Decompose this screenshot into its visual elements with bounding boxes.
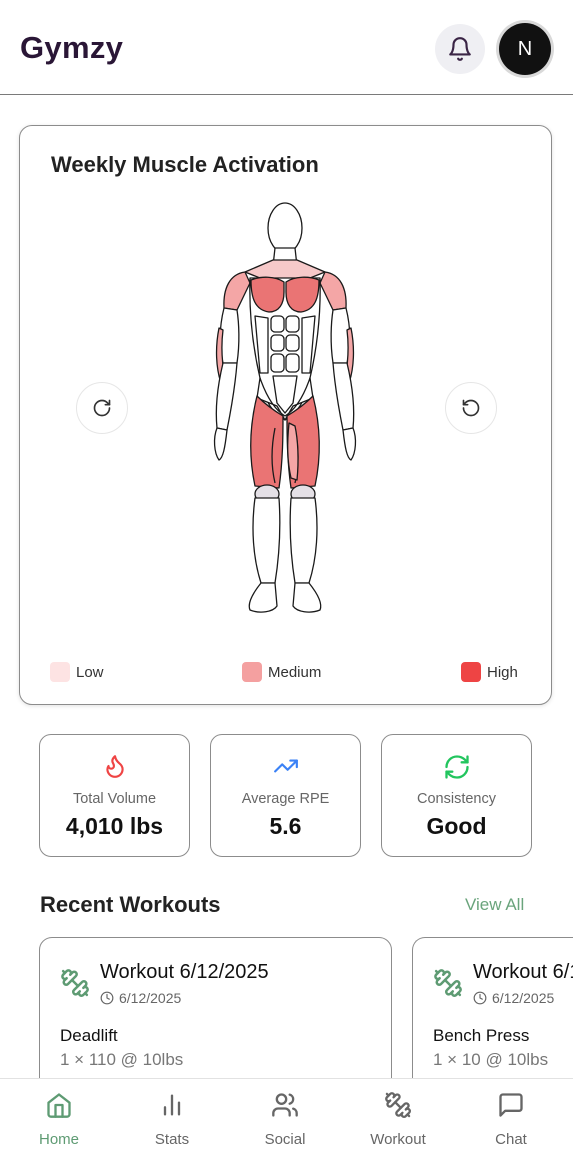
left-foot: [248, 582, 278, 613]
stat-value: Good: [426, 813, 487, 839]
exercise-name: Bench Press: [433, 1026, 530, 1045]
body-diagram: [213, 202, 357, 613]
right-adductor: [287, 422, 299, 481]
stat-consistency[interactable]: Consistency Good: [381, 734, 532, 857]
app-header: Gymzy N: [0, 0, 573, 95]
legend-high: High: [461, 662, 518, 682]
left-shin: [252, 497, 281, 584]
stat-value: 5.6: [269, 813, 302, 839]
bottom-nav: Home Stats Social Workout Chat: [0, 1078, 573, 1153]
abs-4: [285, 334, 300, 352]
nav-workout[interactable]: Workout: [353, 1089, 443, 1148]
exercise-sets: 1 × 110 @ 10lbs: [60, 1050, 184, 1069]
chat-icon: [499, 1093, 523, 1117]
abs-6: [285, 353, 300, 373]
workout-card[interactable]: Workout 6/12/2025 6/12/2025 Deadlift 1 ×…: [39, 937, 392, 1099]
legend-medium-swatch: [242, 662, 262, 682]
abs-5: [270, 353, 285, 373]
nav-chat[interactable]: Chat: [466, 1089, 556, 1148]
nav-home-label: Home: [38, 1131, 79, 1148]
workout-date-text: 6/12/2025: [119, 990, 182, 1006]
home-icon: [47, 1093, 71, 1118]
dumbbell-icon: [61, 969, 89, 997]
avatar[interactable]: N: [499, 23, 551, 75]
legend-low-label: Low: [76, 663, 104, 681]
legend-medium-label: Medium: [268, 663, 322, 681]
head: [267, 202, 303, 254]
exercise-name: Deadlift: [60, 1026, 118, 1045]
rotate-right-button[interactable]: [445, 382, 497, 434]
abs-1: [270, 315, 285, 333]
legend-high-swatch: [461, 662, 481, 682]
workout-title: Workout 6/12/2025: [473, 961, 573, 983]
refresh-icon: [444, 755, 469, 779]
legend-low-swatch: [50, 662, 70, 682]
left-shoulder: [223, 271, 251, 311]
workout-date: 6/12/2025: [100, 990, 181, 1006]
bell-icon: [449, 37, 471, 61]
rotate-cw-icon: [93, 399, 111, 417]
abs-3: [270, 334, 285, 352]
stat-label: Consistency: [417, 791, 496, 807]
nav-workout-label: Workout: [370, 1131, 426, 1148]
nav-social-label: Social: [264, 1131, 306, 1148]
exercise-sets: 1 × 10 @ 10lbs: [433, 1050, 549, 1069]
avatar-initial: N: [517, 37, 533, 60]
nav-chat-label: Chat: [495, 1131, 527, 1148]
workout-date-text: 6/12/2025: [492, 990, 555, 1006]
nav-stats[interactable]: Stats: [127, 1089, 217, 1148]
workout-date: 6/12/2025: [473, 990, 554, 1006]
dumbbell-icon: [385, 1092, 411, 1118]
right-shoulder: [319, 271, 347, 311]
workout-card[interactable]: Workout 6/12/2025 6/12/2025 Bench Press …: [412, 937, 573, 1099]
trending-up-icon: [273, 759, 298, 773]
muscle-activation-title: Weekly Muscle Activation: [51, 152, 319, 177]
app-brand: Gymzy: [20, 30, 124, 65]
recent-workouts-title: Recent Workouts: [40, 892, 221, 917]
nav-stats-label: Stats: [154, 1131, 190, 1148]
nav-social[interactable]: Social: [240, 1089, 330, 1148]
bar-chart-icon: [163, 1094, 181, 1116]
legend-medium: Medium: [242, 662, 321, 682]
clock-icon: [473, 991, 487, 1005]
legend-high-label: High: [487, 663, 518, 681]
rotate-ccw-icon: [462, 399, 480, 417]
notifications-button[interactable]: [435, 24, 485, 74]
rotate-left-button[interactable]: [76, 382, 128, 434]
muscle-activation-card: Weekly Muscle Activation Low Medium High: [19, 125, 552, 705]
stat-total-volume[interactable]: Total Volume 4,010 lbs: [39, 734, 190, 857]
flame-icon: [105, 755, 124, 778]
abs-2: [285, 315, 300, 333]
dumbbell-icon: [434, 969, 462, 997]
right-foot: [292, 582, 322, 613]
workout-title: Workout 6/12/2025: [100, 961, 269, 983]
stat-value: 4,010 lbs: [65, 813, 164, 839]
legend-low: Low: [50, 662, 104, 682]
view-all-link[interactable]: View All: [465, 895, 524, 915]
right-shin: [289, 497, 318, 584]
users-icon: [272, 1093, 298, 1117]
left-hand: [213, 427, 228, 461]
stat-label: Total Volume: [72, 791, 157, 807]
right-hand: [342, 427, 357, 461]
nav-home[interactable]: Home: [14, 1089, 104, 1148]
stat-average-rpe[interactable]: Average RPE 5.6: [210, 734, 361, 857]
stat-label: Average RPE: [241, 791, 330, 807]
clock-icon: [100, 991, 114, 1005]
